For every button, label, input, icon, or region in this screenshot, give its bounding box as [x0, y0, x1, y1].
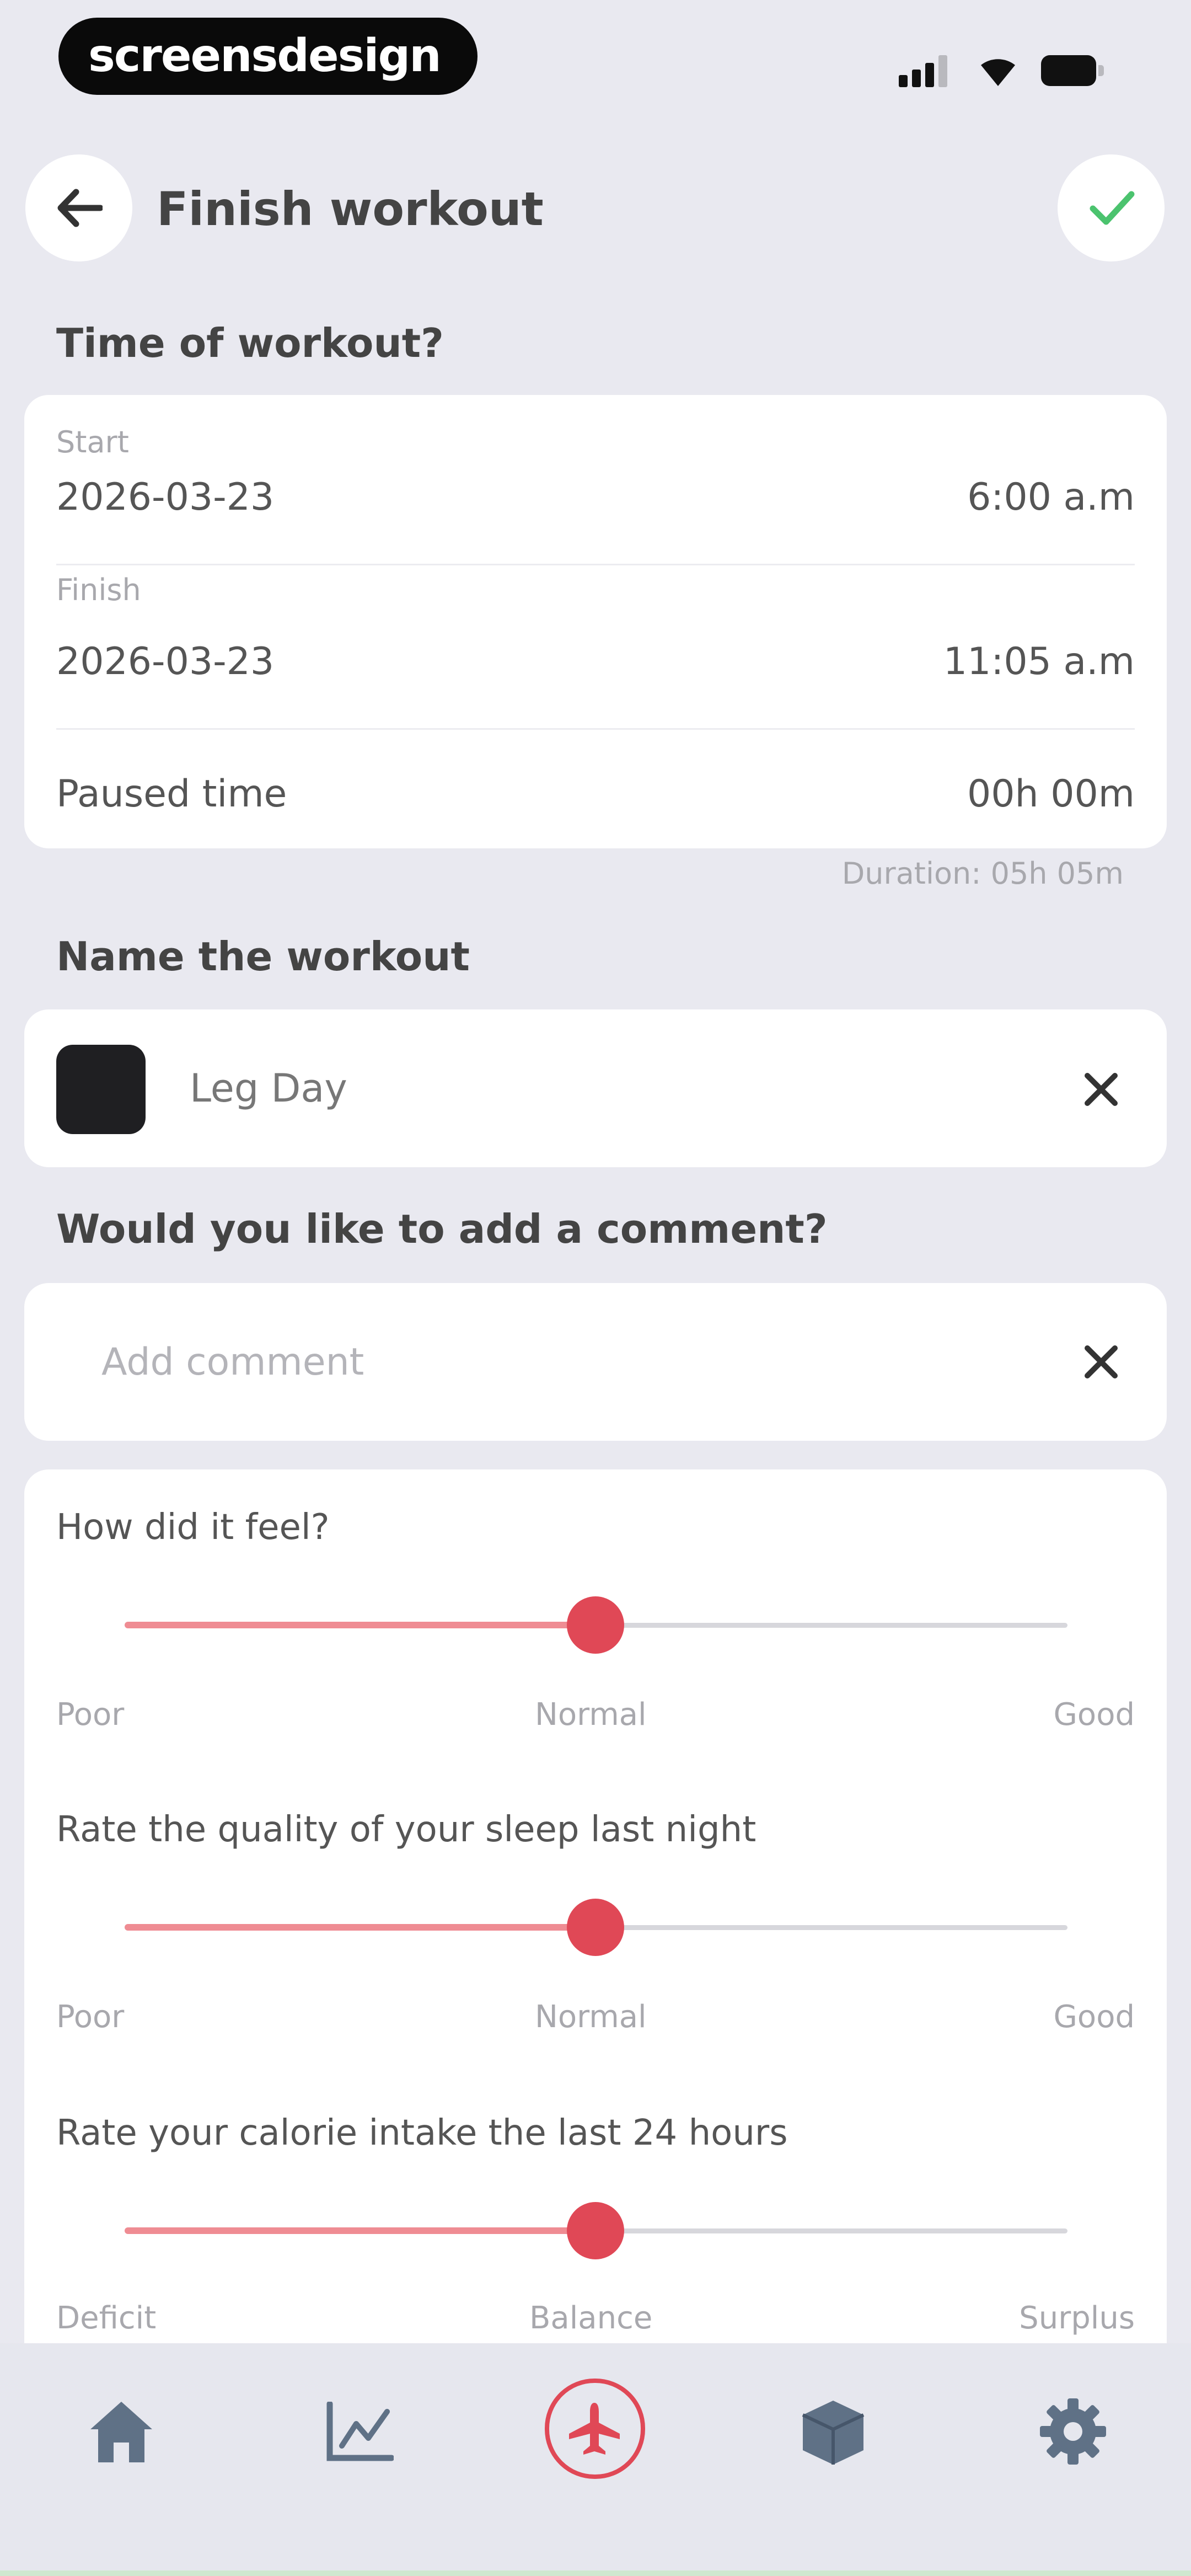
finish-date[interactable]: 2026-03-23 — [56, 640, 274, 683]
slider-mid-label: Normal — [535, 1999, 647, 2035]
slider-high-label: Good — [1053, 1999, 1135, 2035]
sleep-slider-thumb[interactable] — [567, 1899, 624, 1956]
finish-label: Finish — [56, 573, 141, 607]
divider — [56, 728, 1135, 730]
page-title: Finish workout — [157, 182, 544, 236]
duration-text: Duration: 05h 05m — [841, 856, 1124, 891]
settings-gear-icon — [1040, 2398, 1106, 2465]
brand-badge: screensdesign — [58, 18, 478, 95]
bottom-edge-line — [0, 2570, 1191, 2576]
divider — [56, 564, 1135, 565]
workout-color-swatch[interactable] — [56, 1045, 146, 1134]
signal-icon — [899, 55, 954, 88]
slider-fill — [125, 1622, 596, 1628]
back-button[interactable] — [25, 154, 132, 261]
start-date[interactable]: 2026-03-23 — [56, 475, 274, 519]
comment-input[interactable]: Add comment — [101, 1340, 364, 1384]
tab-bar — [0, 2343, 1191, 2576]
paused-time-value[interactable]: 00h 00m — [967, 772, 1135, 816]
clear-comment-icon[interactable] — [1083, 1344, 1119, 1380]
checkmark-icon — [1090, 191, 1135, 225]
slider-low-label: Poor — [56, 1697, 125, 1733]
name-section-title: Name the workout — [56, 933, 470, 980]
home-icon — [90, 2402, 152, 2462]
tab-workout[interactable] — [540, 2374, 651, 2484]
start-time[interactable]: 6:00 a.m — [967, 475, 1135, 519]
confirm-button[interactable] — [1058, 154, 1165, 261]
tab-progress[interactable] — [303, 2376, 414, 2487]
battery-icon — [1041, 55, 1107, 86]
tab-library[interactable] — [777, 2376, 888, 2487]
slider-low-label: Deficit — [56, 2300, 157, 2336]
time-section-title: Time of workout? — [56, 320, 444, 366]
ratings-card: How did it feel? Poor Normal Good Rate t… — [24, 1469, 1167, 2374]
slider-high-label: Surplus — [1019, 2300, 1135, 2336]
progress-chart-icon — [326, 2402, 394, 2461]
tab-settings[interactable] — [1018, 2376, 1128, 2487]
tab-home[interactable] — [66, 2376, 176, 2487]
workout-name-input[interactable]: Leg Day — [190, 1066, 347, 1111]
rating-question: Rate the quality of your sleep last nigh… — [56, 1809, 757, 1850]
comment-section-title: Would you like to add a comment? — [56, 1206, 828, 1252]
time-card: Start 2026-03-23 6:00 a.m Finish 2026-03… — [24, 395, 1167, 848]
box-icon — [802, 2401, 865, 2465]
slider-high-label: Good — [1053, 1697, 1135, 1733]
wifi-icon — [981, 59, 1015, 86]
finish-time[interactable]: 11:05 a.m — [943, 640, 1135, 683]
slider-fill — [125, 2227, 596, 2234]
feel-slider-thumb[interactable] — [567, 1596, 624, 1654]
workout-name-field[interactable]: Leg Day — [24, 1009, 1167, 1167]
start-label: Start — [56, 425, 129, 459]
slider-mid-label: Normal — [535, 1697, 647, 1733]
slider-fill — [125, 1924, 596, 1931]
clear-name-icon[interactable] — [1083, 1071, 1119, 1108]
paused-time-label: Paused time — [56, 772, 287, 816]
rating-question: Rate your calorie intake the last 24 hou… — [56, 2113, 788, 2153]
comment-field[interactable]: Add comment — [24, 1283, 1167, 1441]
status-bar: screensdesign — [0, 0, 1191, 110]
calorie-slider-thumb[interactable] — [567, 2202, 624, 2259]
arrow-left-icon — [57, 189, 103, 227]
rating-question: How did it feel? — [56, 1507, 330, 1548]
slider-mid-label: Balance — [529, 2300, 653, 2336]
workout-plane-icon — [569, 2403, 620, 2455]
slider-low-label: Poor — [56, 1999, 125, 2035]
brand-logo-text: screensdesign — [88, 30, 442, 82]
